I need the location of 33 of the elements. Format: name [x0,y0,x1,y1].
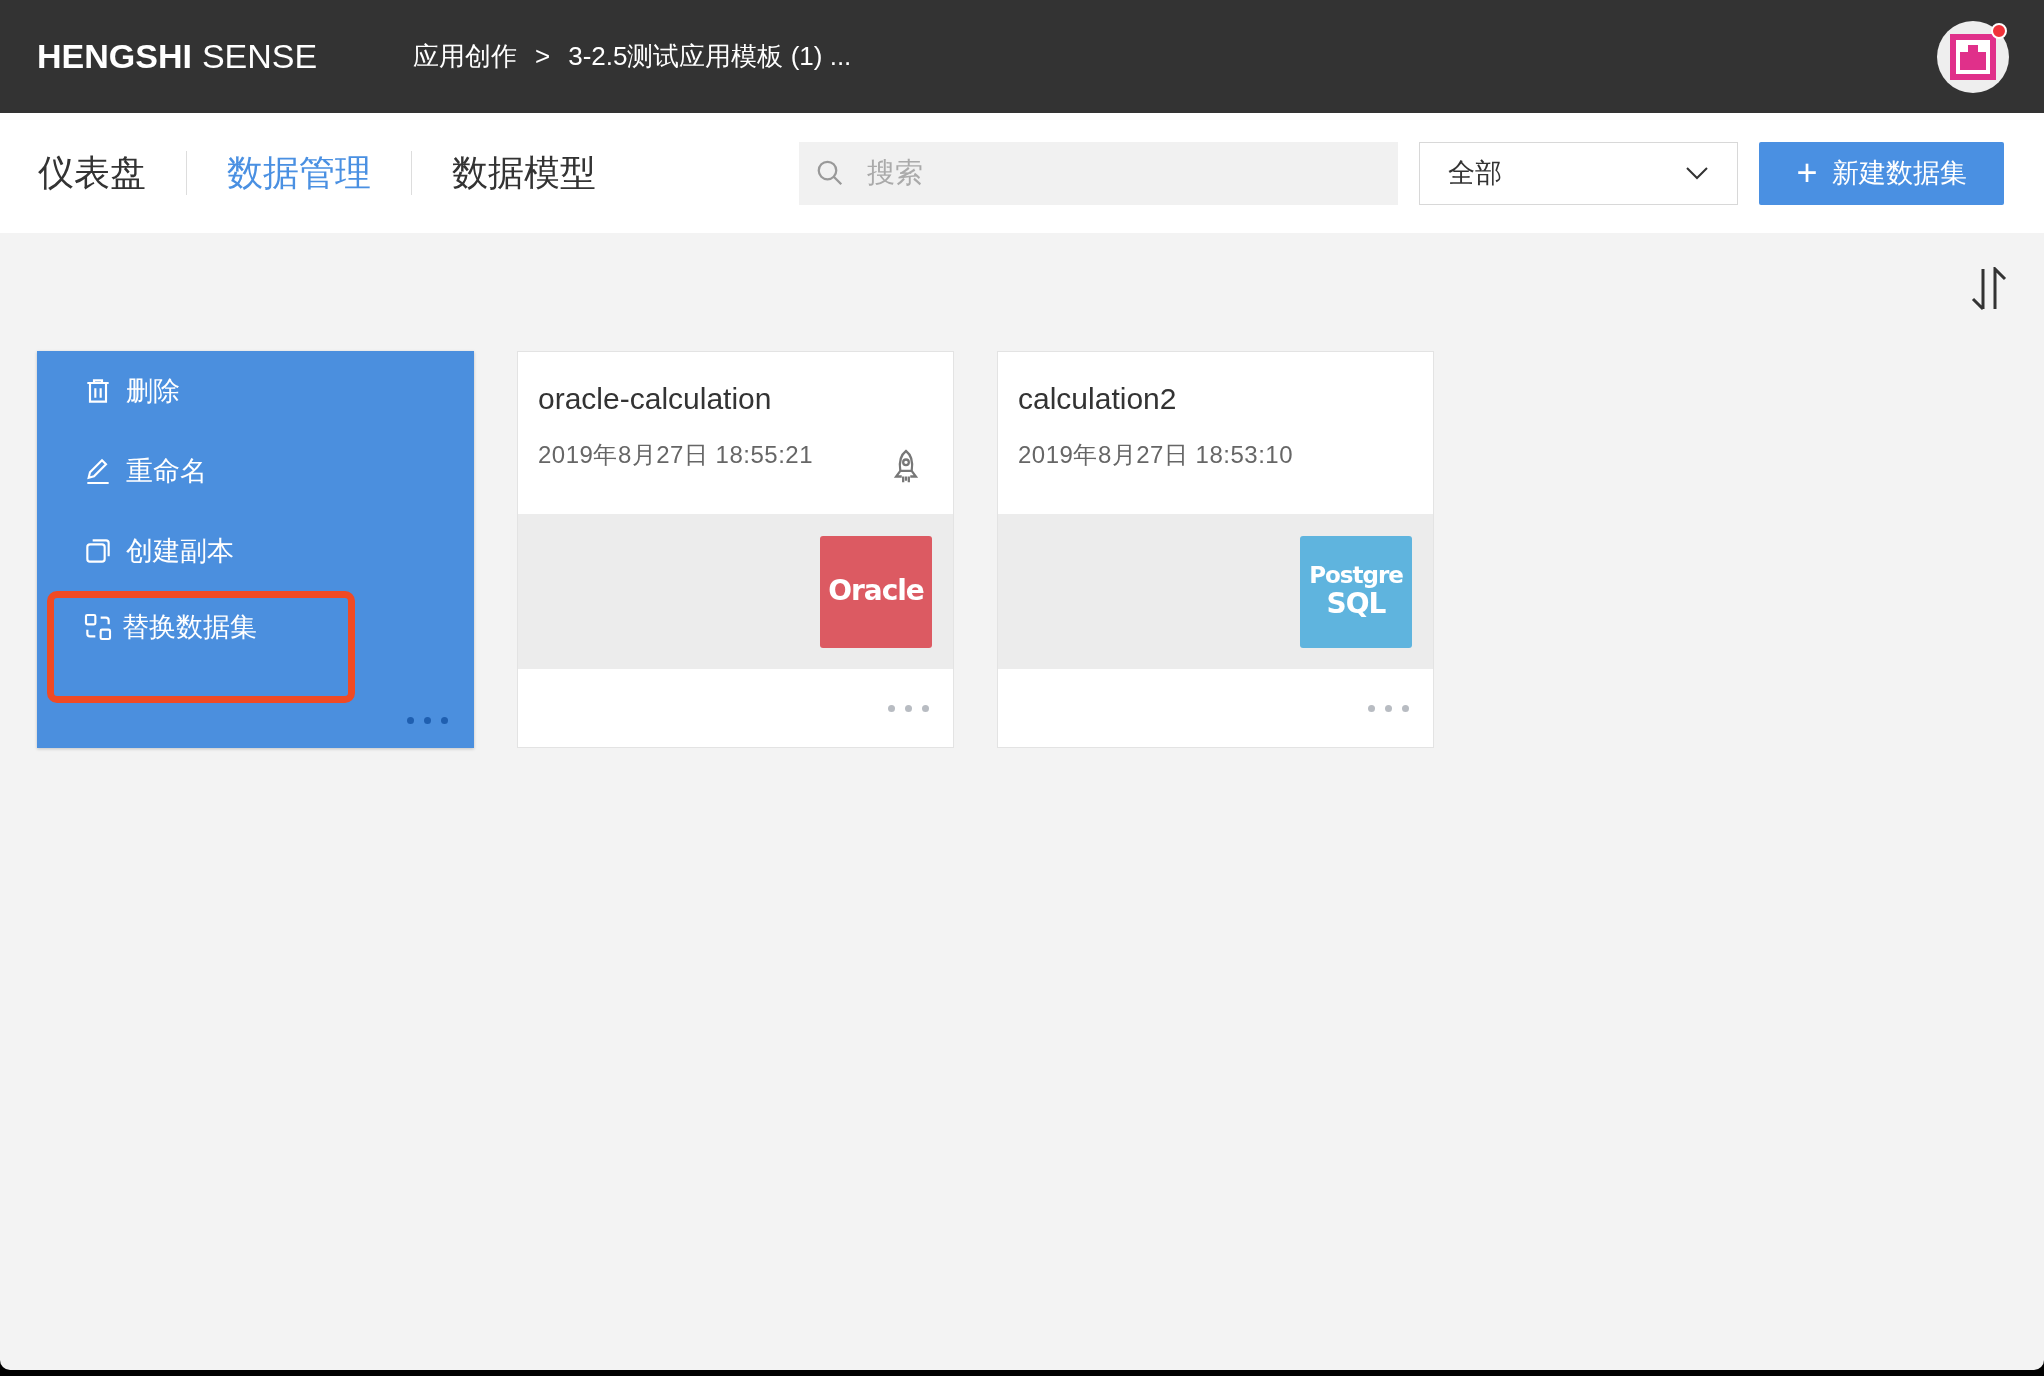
dataset-card[interactable]: calculation2 2019年8月27日 18:53:10 Postgre SQL [997,351,1434,748]
more-icon[interactable] [407,717,448,724]
more-icon[interactable] [1368,704,1409,712]
dataset-name: oracle-calculation [538,381,773,417]
brand-logo[interactable]: HENGSHI SENSE [37,31,413,82]
breadcrumb-item[interactable]: 3-2.5测试应用模板 (1) ... [568,37,852,76]
avatar-icon [1950,33,1996,80]
breadcrumb-item[interactable]: 应用创作 [413,37,517,76]
breadcrumb-separator: > [535,40,551,73]
logo-text: Oracle [828,576,924,607]
plus-icon: + [1796,155,1818,191]
menu-item-label: 删除 [126,374,180,408]
menu-item-label: 重命名 [126,454,207,488]
dataset-card[interactable]: oracle-calculation 2019年8月27日 18:55:21 Oracle [517,351,954,748]
nav-tab[interactable]: 仪表盘 [38,146,146,200]
brand-light: SENSE [201,36,318,77]
search-field[interactable]: 搜索 [799,141,1398,205]
filter-select[interactable]: 全部 [1419,141,1738,205]
filter-value: 全部 [1448,156,1502,190]
sort-icon[interactable] [1971,267,2007,311]
menu-item-label: 替换数据集 [122,610,257,644]
swap-icon [82,611,114,643]
more-icon[interactable] [888,704,929,712]
logo-text: Postgre [1309,563,1403,589]
dataset-date: 2019年8月27日 18:53:10 [1018,440,1294,470]
logo-text: SQL [1326,588,1386,620]
dataset-name: calculation2 [1018,381,1178,417]
dataset-date: 2019年8月27日 18:55:21 [538,440,814,470]
chevron-down-icon [1685,166,1709,180]
nav-tab[interactable]: 数据模型 [452,146,596,200]
button-label: 新建数据集 [1831,156,1967,190]
brand-bold: HENGSHI [37,36,192,77]
menu-item-label: 创建副本 [126,534,234,568]
